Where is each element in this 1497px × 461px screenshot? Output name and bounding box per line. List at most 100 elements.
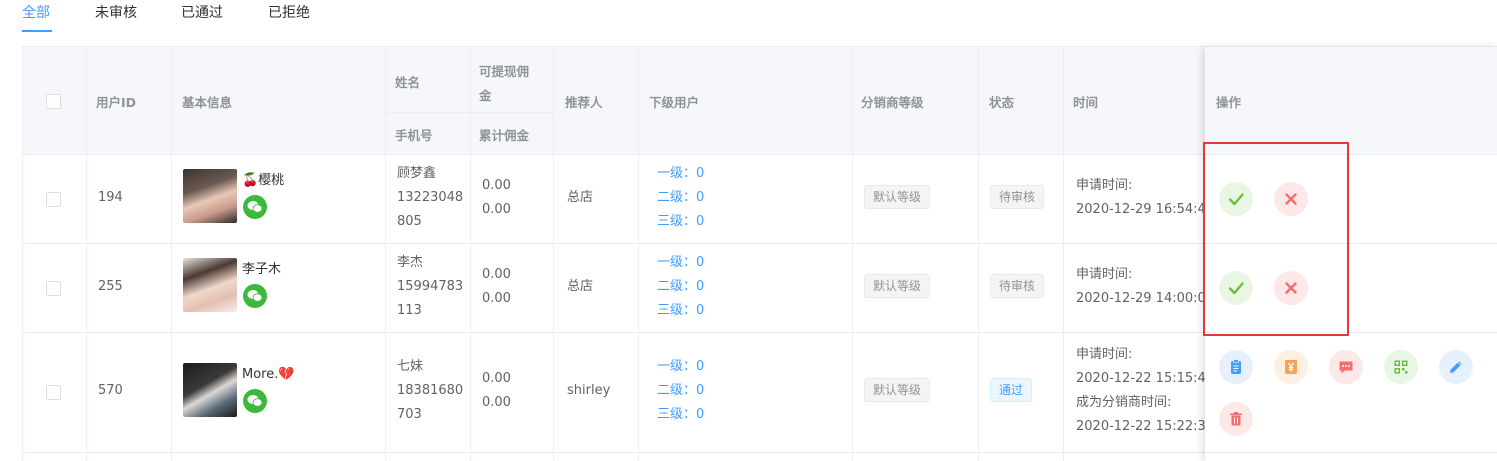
- level3-link[interactable]: 三级：0: [657, 299, 704, 323]
- phone-part: 13223048: [397, 190, 464, 205]
- col-status: 状态: [989, 95, 1015, 110]
- real-name: 李杰: [397, 255, 424, 270]
- commission-button[interactable]: [1274, 350, 1308, 384]
- col-subordinates: 下级用户: [649, 95, 700, 110]
- avatar: [183, 169, 237, 223]
- row-checkbox[interactable]: [46, 385, 61, 400]
- time-value: 2020-12-29 16:54:49: [1076, 202, 1215, 217]
- referrer: 总店: [567, 279, 594, 294]
- level2-link[interactable]: 二级：0: [657, 379, 704, 403]
- wechat-icon: [243, 389, 267, 413]
- message-icon: [1339, 361, 1353, 374]
- message-button[interactable]: [1329, 350, 1363, 384]
- row-divider: [1205, 452, 1497, 453]
- wechat-icon: [243, 195, 267, 219]
- edit-button[interactable]: [1439, 350, 1473, 384]
- cumulative-commission: 0.00: [482, 291, 511, 306]
- status-badge: 待审核: [990, 185, 1045, 209]
- cumulative-commission: 0.00: [482, 395, 511, 410]
- phone-part: 805: [397, 214, 422, 229]
- col-divider: [638, 47, 639, 461]
- avatar: [183, 258, 237, 312]
- phone-part: 703: [397, 407, 422, 422]
- level1-link[interactable]: 一级：0: [657, 162, 704, 186]
- header-divider: [385, 112, 553, 113]
- col-divider: [852, 47, 853, 461]
- referrer: shirley: [567, 383, 611, 398]
- nickname: More.💔: [242, 367, 295, 382]
- level-tag: 默认等级: [864, 274, 931, 298]
- col-basic-info: 基本信息: [182, 95, 233, 110]
- real-name: 顾梦鑫: [397, 166, 437, 181]
- col-withdrawable-wrap: 金: [479, 88, 492, 103]
- time-value: 2020-12-29 14:00:04: [1076, 291, 1215, 306]
- real-name: 七妹: [397, 359, 424, 374]
- time-label: 申请时间:: [1076, 178, 1133, 193]
- qrcode-button[interactable]: [1384, 350, 1418, 384]
- col-cumulative: 累计佣金: [479, 128, 530, 143]
- time-value: 2020-12-22 15:22:31: [1076, 419, 1215, 434]
- level3-link[interactable]: 三级：0: [657, 210, 704, 234]
- cumulative-commission: 0.00: [482, 202, 511, 217]
- nickname: 李子木: [242, 262, 282, 277]
- level-tag: 默认等级: [864, 185, 931, 209]
- col-referrer: 推荐人: [565, 95, 603, 110]
- actions-header: 操作: [1205, 47, 1497, 155]
- status-badge: 待审核: [990, 274, 1045, 298]
- tab-rejected[interactable]: 已拒绝: [268, 2, 310, 22]
- detail-button[interactable]: [1219, 350, 1253, 384]
- user-id: 194: [98, 190, 123, 205]
- edit-icon: [1450, 361, 1462, 373]
- col-name: 姓名: [395, 75, 421, 90]
- clipboard-icon: [1231, 359, 1241, 374]
- phone-part: 113: [397, 303, 422, 318]
- level2-link[interactable]: 二级：0: [657, 275, 704, 299]
- col-level: 分销商等级: [861, 95, 924, 110]
- col-withdrawable: 可提现佣: [479, 64, 530, 79]
- level1-link[interactable]: 一级：0: [657, 251, 704, 275]
- time-label: 申请时间:: [1076, 267, 1133, 282]
- tab-approved[interactable]: 已通过: [181, 2, 223, 22]
- phone-part: 15994783: [397, 279, 464, 294]
- level3-link[interactable]: 三级：0: [657, 403, 704, 427]
- time-label: 成为分销商时间:: [1076, 395, 1172, 410]
- col-divider: [470, 47, 471, 461]
- row-checkbox[interactable]: [46, 192, 61, 207]
- status-tabs: 全部 未审核 已通过 已拒绝: [0, 0, 1497, 33]
- level2-link[interactable]: 二级：0: [657, 186, 704, 210]
- nickname: 🍒樱桃: [242, 173, 285, 188]
- col-divider: [1063, 47, 1064, 461]
- col-divider: [553, 47, 554, 461]
- time-value: 2020-12-22 15:15:45: [1076, 371, 1215, 386]
- withdrawable-commission: 0.00: [482, 371, 511, 386]
- yen-icon: [1285, 360, 1297, 374]
- col-phone: 手机号: [395, 128, 433, 143]
- delete-icon: [1230, 412, 1242, 426]
- user-id: 255: [98, 279, 123, 294]
- delete-button[interactable]: [1219, 402, 1253, 436]
- status-badge: 通过: [990, 378, 1033, 402]
- row-checkbox[interactable]: [46, 281, 61, 296]
- level1-link[interactable]: 一级：0: [657, 355, 704, 379]
- tab-all[interactable]: 全部: [22, 2, 50, 22]
- withdrawable-commission: 0.00: [482, 267, 511, 282]
- active-tab-indicator: [22, 30, 52, 32]
- referrer: 总店: [567, 190, 594, 205]
- col-divider: [171, 47, 172, 461]
- withdrawable-commission: 0.00: [482, 178, 511, 193]
- user-id: 570: [98, 383, 123, 398]
- wechat-icon: [243, 284, 267, 308]
- tab-pending[interactable]: 未审核: [95, 2, 137, 22]
- col-divider: [385, 47, 386, 461]
- qrcode-icon: [1394, 360, 1408, 374]
- col-divider: [86, 47, 87, 461]
- time-label: 申请时间:: [1076, 347, 1133, 362]
- col-divider: [978, 47, 979, 461]
- level-tag: 默认等级: [864, 378, 931, 402]
- avatar: [183, 363, 237, 417]
- col-time: 时间: [1073, 95, 1099, 110]
- col-user-id: 用户ID: [96, 95, 137, 110]
- col-actions: 操作: [1216, 95, 1242, 110]
- highlight-box: [1203, 142, 1349, 336]
- select-all-checkbox[interactable]: [46, 94, 61, 109]
